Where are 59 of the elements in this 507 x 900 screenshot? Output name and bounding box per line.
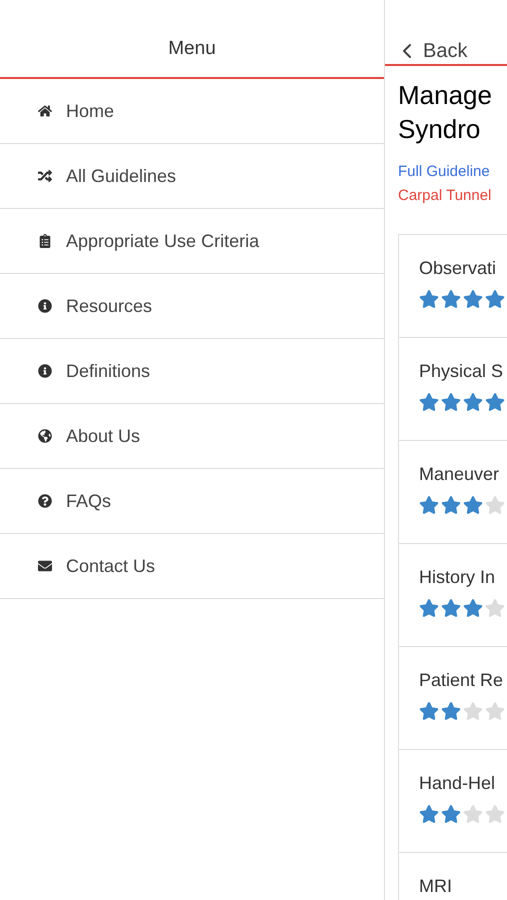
topic-tag: Carpal Tunnel (398, 184, 507, 208)
info-icon (37, 299, 52, 313)
menu-item[interactable]: FAQs (0, 469, 384, 534)
menu-title: Menu (168, 36, 216, 60)
star-icon (485, 701, 505, 721)
menu-item[interactable]: About Us (0, 404, 384, 469)
recommendation-card[interactable]: Maneuver (399, 441, 507, 544)
globe-icon (37, 429, 52, 443)
card-label: MRI (419, 875, 453, 897)
star-icon (463, 701, 483, 721)
shuffle-icon (37, 169, 52, 183)
menu-item[interactable]: Resources (0, 274, 384, 339)
star-icon (441, 392, 461, 412)
back-button[interactable]: Back (395, 38, 468, 64)
star-icon (463, 495, 483, 515)
help-icon (37, 494, 52, 508)
recommendation-card[interactable]: Patient Re (399, 647, 507, 750)
star-icon (441, 289, 461, 309)
card-label: Patient Re (419, 669, 504, 691)
menu-item[interactable]: Appropriate Use Criteria (0, 209, 384, 274)
full-guideline-link[interactable]: Full Guideline (398, 160, 507, 184)
card-label: Observati (419, 257, 498, 279)
star-icon (463, 289, 483, 309)
home-icon (37, 104, 52, 118)
star-icon (485, 598, 505, 618)
menu-item[interactable]: Home (0, 79, 384, 144)
star-icon (441, 495, 461, 515)
recommendation-card[interactable]: Physical S (399, 338, 507, 441)
card-label: History In (419, 566, 496, 588)
star-icon (419, 289, 439, 309)
star-icon (485, 495, 505, 515)
star-icon (485, 392, 505, 412)
recommendation-card[interactable]: History In (399, 544, 507, 647)
menu-item[interactable]: Definitions (0, 339, 384, 404)
star-icon (441, 598, 461, 618)
star-icon (419, 392, 439, 412)
card-label: Hand-Hel (419, 772, 496, 794)
recommendation-card[interactable]: MRI (399, 853, 507, 900)
page-title: Manage Syndro (398, 79, 493, 146)
menu-item[interactable]: Contact Us (0, 534, 384, 599)
star-icon (419, 495, 439, 515)
star-icon (463, 392, 483, 412)
menu-item[interactable]: All Guidelines (0, 144, 384, 209)
card-label: Physical S (419, 360, 504, 382)
star-icon (463, 598, 483, 618)
recommendation-card[interactable]: Observati (399, 235, 507, 338)
star-icon (485, 289, 505, 309)
star-icon (441, 701, 461, 721)
star-icon (419, 701, 439, 721)
star-icon (463, 804, 483, 824)
envelope-icon (37, 559, 52, 573)
recommendation-card[interactable]: Hand-Hel (399, 750, 507, 853)
star-icon (419, 804, 439, 824)
star-icon (419, 598, 439, 618)
clipboard-icon (37, 234, 52, 248)
star-icon (441, 804, 461, 824)
card-label: Maneuver (419, 463, 500, 485)
star-icon (485, 804, 505, 824)
info-icon (37, 364, 52, 378)
